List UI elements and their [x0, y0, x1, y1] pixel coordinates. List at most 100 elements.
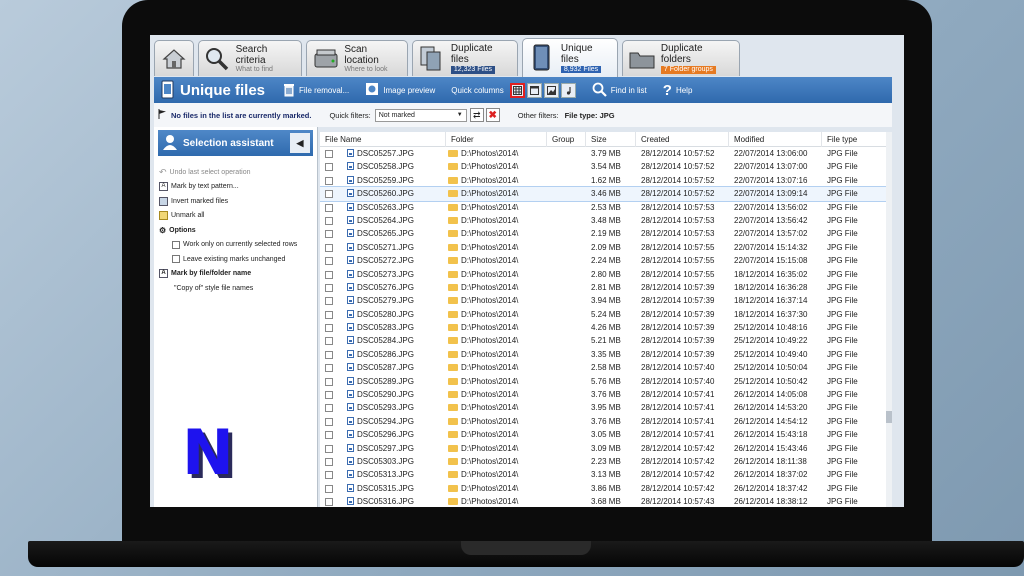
table-row[interactable]: DSC05260.JPG D:\Photos\2014\ 3.46 MB 28/12/…	[320, 186, 886, 202]
column-header-created[interactable]: Created	[636, 132, 729, 147]
quick-column-window-icon[interactable]	[526, 82, 542, 98]
row-checkbox[interactable]	[325, 457, 333, 466]
cell-modified-text: 25/12/2014 10:50:42	[734, 376, 808, 386]
copy-of-names-action[interactable]: "Copy of" style file names	[154, 281, 317, 296]
row-checkbox[interactable]	[325, 350, 333, 359]
table-row[interactable]: DSC05284.JPG D:\Photos\2014\ 5.21 MB 28/12/…	[320, 334, 886, 347]
row-checkbox[interactable]	[325, 230, 333, 239]
work-only-checkbox[interactable]	[172, 240, 180, 249]
row-checkbox[interactable]	[325, 431, 333, 440]
column-header-folder[interactable]: Folder	[446, 132, 547, 147]
quick-filter-select[interactable]: Not marked ▼	[374, 108, 467, 122]
table-row[interactable]: DSC05279.JPG D:\Photos\2014\ 3.94 MB 28/12/…	[320, 294, 886, 307]
row-checkbox[interactable]	[325, 283, 333, 292]
scrollbar-thumb[interactable]	[886, 411, 892, 423]
row-checkbox[interactable]	[325, 364, 333, 373]
table-row[interactable]: DSC05316.JPG D:\Photos\2014\ 3.68 MB 28/12/…	[320, 495, 886, 507]
table-row[interactable]: DSC05286.JPG D:\Photos\2014\ 3.35 MB 28/12/…	[320, 348, 886, 361]
row-checkbox[interactable]	[325, 484, 333, 493]
image-preview-button[interactable]: Image preview	[365, 82, 435, 98]
table-row[interactable]: DSC05265.JPG D:\Photos\2014\ 2.19 MB 28/12/…	[320, 227, 886, 240]
quick-column-grid-icon[interactable]	[509, 82, 525, 98]
row-checkbox[interactable]	[325, 150, 333, 158]
table-row[interactable]: DSC05271.JPG D:\Photos\2014\ 2.09 MB 28/12/…	[320, 241, 886, 254]
row-checkbox[interactable]	[325, 324, 333, 333]
row-checkbox[interactable]	[325, 203, 333, 212]
row-checkbox[interactable]	[325, 176, 333, 185]
table-row[interactable]: DSC05276.JPG D:\Photos\2014\ 2.81 MB 28/12/…	[320, 281, 886, 294]
cell-created-text: 28/12/2014 10:57:52	[641, 175, 715, 185]
quick-column-music-icon[interactable]	[560, 82, 576, 98]
row-checkbox[interactable]	[325, 257, 333, 266]
cell-modified-text: 26/12/2014 18:11:38	[734, 456, 807, 466]
column-header-size[interactable]: Size	[586, 132, 636, 147]
table-row[interactable]: DSC05264.JPG D:\Photos\2014\ 3.48 MB 28/12/…	[320, 214, 886, 227]
option-leave-marks[interactable]: Leave existing marks unchanged	[154, 252, 317, 267]
table-row[interactable]: DSC05296.JPG D:\Photos\2014\ 3.05 MB 28/12/…	[320, 428, 886, 441]
mark-by-name-section[interactable]: A Mark by file/folder name	[154, 267, 317, 282]
table-row[interactable]: DSC05293.JPG D:\Photos\2014\ 3.95 MB 28/12/…	[320, 401, 886, 414]
table-row[interactable]: DSC05280.JPG D:\Photos\2014\ 5.24 MB 28/12/…	[320, 308, 886, 321]
table-row[interactable]: DSC05273.JPG D:\Photos\2014\ 2.80 MB 28/12/…	[320, 268, 886, 281]
row-checkbox[interactable]	[325, 471, 333, 480]
table-row[interactable]: DSC05313.JPG D:\Photos\2014\ 3.13 MB 28/12/…	[320, 468, 886, 481]
option-work-only[interactable]: Work only on currently selected rows	[154, 238, 317, 253]
tab-home[interactable]	[154, 40, 194, 76]
row-checkbox[interactable]	[325, 417, 333, 426]
table-row[interactable]: DSC05259.JPG D:\Photos\2014\ 1.62 MB 28/12/…	[320, 174, 886, 187]
invert-marked-action[interactable]: Invert marked files	[154, 194, 317, 209]
table-row[interactable]: DSC05290.JPG D:\Photos\2014\ 3.76 MB 28/12/…	[320, 388, 886, 401]
row-checkbox[interactable]	[325, 498, 333, 507]
cell-created-text: 28/12/2014 10:57:53	[641, 215, 715, 225]
cell-size-text: 2.53 MB	[591, 202, 621, 212]
row-checkbox[interactable]	[325, 243, 333, 252]
column-header-group[interactable]: Group	[547, 132, 586, 147]
row-checkbox[interactable]	[325, 190, 333, 199]
row-checkbox[interactable]	[325, 297, 333, 306]
folder-icon	[448, 431, 458, 439]
clear-filter-button[interactable]: ✖	[485, 108, 500, 122]
tab-duplicate-folders[interactable]: Duplicate folders 7 Folder groups	[622, 40, 740, 76]
row-checkbox[interactable]	[325, 337, 333, 346]
table-row[interactable]: DSC05297.JPG D:\Photos\2014\ 3.09 MB 28/12/…	[320, 442, 886, 455]
row-checkbox[interactable]	[325, 163, 333, 172]
mark-by-text-action[interactable]: A Mark by text pattern...	[154, 180, 317, 195]
table-row[interactable]: DSC05294.JPG D:\Photos\2014\ 3.76 MB 28/12/…	[320, 415, 886, 428]
row-checkbox[interactable]	[325, 377, 333, 386]
table-row[interactable]: DSC05283.JPG D:\Photos\2014\ 4.26 MB 28/12/…	[320, 321, 886, 334]
vertical-scrollbar[interactable]	[886, 132, 892, 507]
table-row[interactable]: DSC05258.JPG D:\Photos\2014\ 3.54 MB 28/12/…	[320, 160, 886, 173]
cell-modified-text: 22/07/2014 13:07:00	[734, 162, 808, 172]
table-row[interactable]: DSC05289.JPG D:\Photos\2014\ 5.76 MB 28/12/…	[320, 375, 886, 388]
table-row[interactable]: DSC05303.JPG D:\Photos\2014\ 2.23 MB 28/12/…	[320, 455, 886, 468]
column-header-file-name[interactable]: File Name	[320, 132, 446, 147]
unmark-all-action[interactable]: Unmark all	[154, 209, 317, 224]
help-button[interactable]: ? Help	[663, 82, 693, 99]
file-type-filter[interactable]: File type: JPG	[565, 111, 615, 120]
tab-unique-files[interactable]: Unique files 8,932 Files	[522, 38, 618, 77]
row-checkbox[interactable]	[325, 216, 333, 225]
quick-column-image-icon[interactable]	[543, 82, 559, 98]
table-row[interactable]: DSC05257.JPG D:\Photos\2014\ 3.79 MB 28/12/…	[320, 147, 886, 160]
table-row[interactable]: DSC05287.JPG D:\Photos\2014\ 2.58 MB 28/12/…	[320, 361, 886, 374]
row-checkbox[interactable]	[325, 444, 333, 453]
file-list: File Name Folder Group Size Created Modi…	[320, 132, 886, 507]
leave-marks-checkbox[interactable]	[172, 255, 180, 264]
find-in-list-button[interactable]: Find in list	[592, 82, 647, 99]
column-header-modified[interactable]: Modified	[729, 132, 822, 147]
tab-search-criteria[interactable]: Search criteria What to find	[198, 40, 302, 76]
row-checkbox[interactable]	[325, 404, 333, 413]
tab-duplicate-files[interactable]: Duplicate files 12,323 Files	[412, 40, 518, 76]
column-header-file-type[interactable]: File type	[822, 132, 886, 147]
collapse-panel-button[interactable]: ◀	[290, 133, 310, 153]
row-checkbox[interactable]	[325, 310, 333, 319]
row-checkbox[interactable]	[325, 391, 333, 400]
refresh-filter-button[interactable]: ⇄	[469, 108, 484, 122]
table-row[interactable]: DSC05315.JPG D:\Photos\2014\ 3.86 MB 28/12/…	[320, 482, 886, 495]
table-row[interactable]: DSC05272.JPG D:\Photos\2014\ 2.24 MB 28/12/…	[320, 254, 886, 267]
table-row[interactable]: DSC05263.JPG D:\Photos\2014\ 2.53 MB 28/12/…	[320, 201, 886, 214]
file-removal-button[interactable]: File removal...	[283, 82, 349, 99]
tab-scan-location[interactable]: Scan location Where to look	[306, 40, 408, 76]
row-checkbox[interactable]	[325, 270, 333, 279]
undo-select-action[interactable]: ↶ Undo last select operation	[154, 165, 317, 180]
